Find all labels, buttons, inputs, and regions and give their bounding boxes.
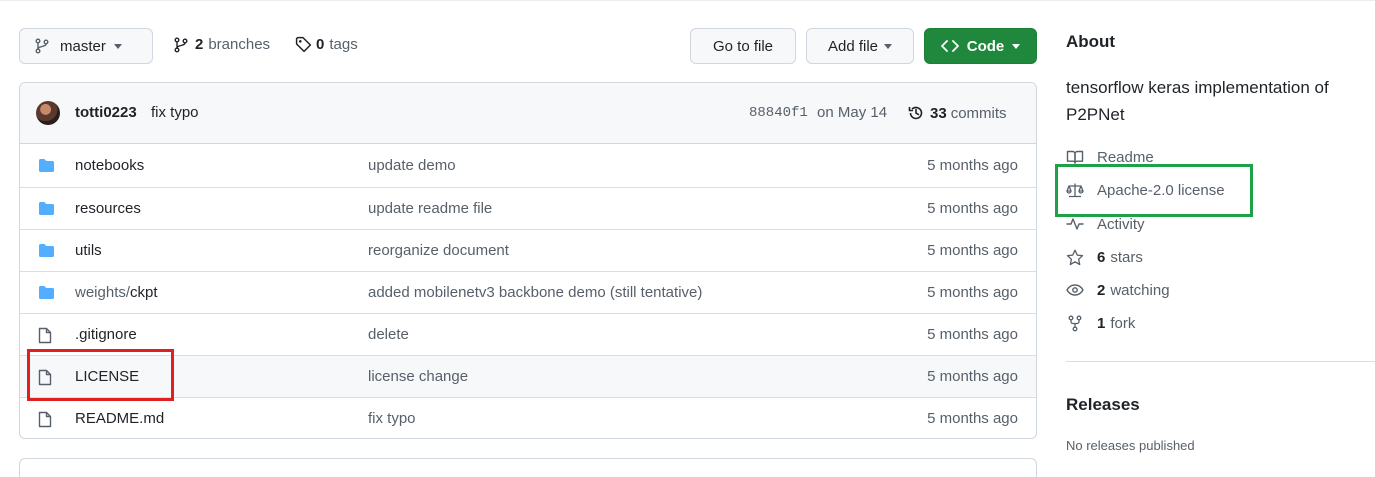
file-age: 5 months ago (927, 410, 1018, 427)
file-age: 5 months ago (927, 368, 1018, 385)
chevron-down-icon (884, 43, 893, 49)
file-name[interactable]: README.md (75, 410, 164, 427)
branches-count: 2 (195, 36, 204, 53)
file-age: 5 months ago (927, 242, 1018, 259)
code-icon (940, 39, 959, 53)
file-commit-message[interactable]: update readme file (368, 200, 492, 217)
table-row[interactable]: notebooks update demo 5 months ago (20, 145, 1036, 187)
latest-commit-bar: totti0223 fix typo 88840f1 on May 14 33 … (20, 83, 1036, 144)
chevron-down-icon (113, 43, 122, 49)
add-file-label: Add file (827, 37, 879, 55)
file-age: 5 months ago (927, 200, 1018, 217)
file-commit-message[interactable]: delete (368, 326, 409, 343)
commits-count: 33 (930, 104, 947, 122)
branches-label: branches (208, 36, 271, 53)
file-name[interactable]: weights/ckpt (75, 284, 158, 301)
top-divider (0, 0, 1375, 1)
file-commit-message[interactable]: fix typo (368, 410, 416, 427)
fork-count: 1 (1097, 314, 1106, 332)
table-row[interactable]: README.md fix typo 5 months ago (20, 397, 1036, 438)
eye-icon (1066, 281, 1084, 299)
table-row[interactable]: utils reorganize document 5 months ago (20, 229, 1036, 271)
commit-message[interactable]: fix typo (151, 104, 199, 121)
readme-panel (19, 458, 1037, 477)
pulse-icon (1066, 215, 1084, 233)
forks-link[interactable]: 1 fork (1066, 314, 1135, 332)
commit-author[interactable]: totti0223 (75, 104, 137, 121)
file-name-leaf: ckpt (130, 284, 158, 301)
branch-select-button[interactable]: master (19, 28, 153, 64)
star-icon (1066, 248, 1084, 266)
file-age: 5 months ago (927, 326, 1018, 343)
file-name[interactable]: .gitignore (75, 326, 137, 343)
sidebar-divider (1066, 361, 1375, 362)
file-commit-message[interactable]: added mobilenetv3 backbone demo (still t… (368, 284, 702, 301)
stars-label: stars (1110, 248, 1143, 266)
tags-count: 0 (316, 36, 325, 53)
branches-icon (173, 37, 189, 53)
branches-link[interactable]: 2 branches (173, 36, 270, 53)
watching-count: 2 (1097, 281, 1106, 299)
file-name-prefix: weights/ (75, 284, 131, 301)
folder-icon (38, 158, 55, 177)
chevron-down-icon (1012, 43, 1021, 49)
code-button[interactable]: Code (924, 28, 1037, 64)
releases-heading[interactable]: Releases (1066, 395, 1140, 415)
file-icon (38, 327, 52, 348)
stars-count: 6 (1097, 248, 1106, 266)
stars-link[interactable]: 6 stars (1066, 248, 1143, 266)
folder-icon (38, 285, 55, 304)
releases-note: No releases published (1066, 438, 1195, 453)
code-label: Code (966, 37, 1005, 55)
tag-icon (295, 36, 312, 53)
file-age: 5 months ago (927, 284, 1018, 301)
watching-link[interactable]: 2 watching (1066, 281, 1170, 299)
add-file-button[interactable]: Add file (806, 28, 914, 64)
go-to-file-label: Go to file (712, 37, 774, 55)
folder-icon (38, 201, 55, 220)
folder-icon (38, 243, 55, 262)
history-icon (907, 104, 925, 122)
branch-icon (34, 38, 50, 54)
file-commit-message[interactable]: update demo (368, 157, 456, 174)
readme-label: Readme (1097, 148, 1154, 166)
commit-date[interactable]: on May 14 (817, 104, 887, 121)
file-name[interactable]: notebooks (75, 157, 144, 174)
highlight-box-license-file (27, 349, 174, 401)
about-heading: About (1066, 32, 1116, 51)
file-commit-message[interactable]: reorganize document (368, 242, 509, 259)
fork-label: fork (1110, 314, 1136, 332)
go-to-file-button[interactable]: Go to file (690, 28, 796, 64)
watching-label: watching (1110, 281, 1170, 299)
file-icon (38, 411, 52, 432)
activity-link[interactable]: Activity (1066, 215, 1145, 233)
tags-link[interactable]: 0 tags (295, 36, 358, 53)
file-commit-message[interactable]: license change (368, 368, 468, 385)
file-name[interactable]: resources (75, 200, 141, 217)
highlight-box-license-sidebar (1055, 164, 1253, 217)
file-name[interactable]: utils (75, 242, 102, 259)
tags-label: tags (329, 36, 358, 53)
fork-icon (1066, 314, 1084, 332)
avatar[interactable] (36, 101, 60, 125)
repo-description: tensorflow keras implementation of P2PNe… (1066, 78, 1329, 124)
commit-sha[interactable]: 88840f1 (749, 105, 808, 121)
commits-link[interactable]: 33 commits (907, 104, 1007, 122)
branch-name: master (60, 37, 106, 55)
table-row[interactable]: resources update readme file 5 months ag… (20, 187, 1036, 229)
table-row[interactable]: weights/ckpt added mobilenetv3 backbone … (20, 271, 1036, 313)
commits-label: commits (950, 104, 1007, 122)
activity-label: Activity (1097, 215, 1145, 233)
file-age: 5 months ago (927, 157, 1018, 174)
